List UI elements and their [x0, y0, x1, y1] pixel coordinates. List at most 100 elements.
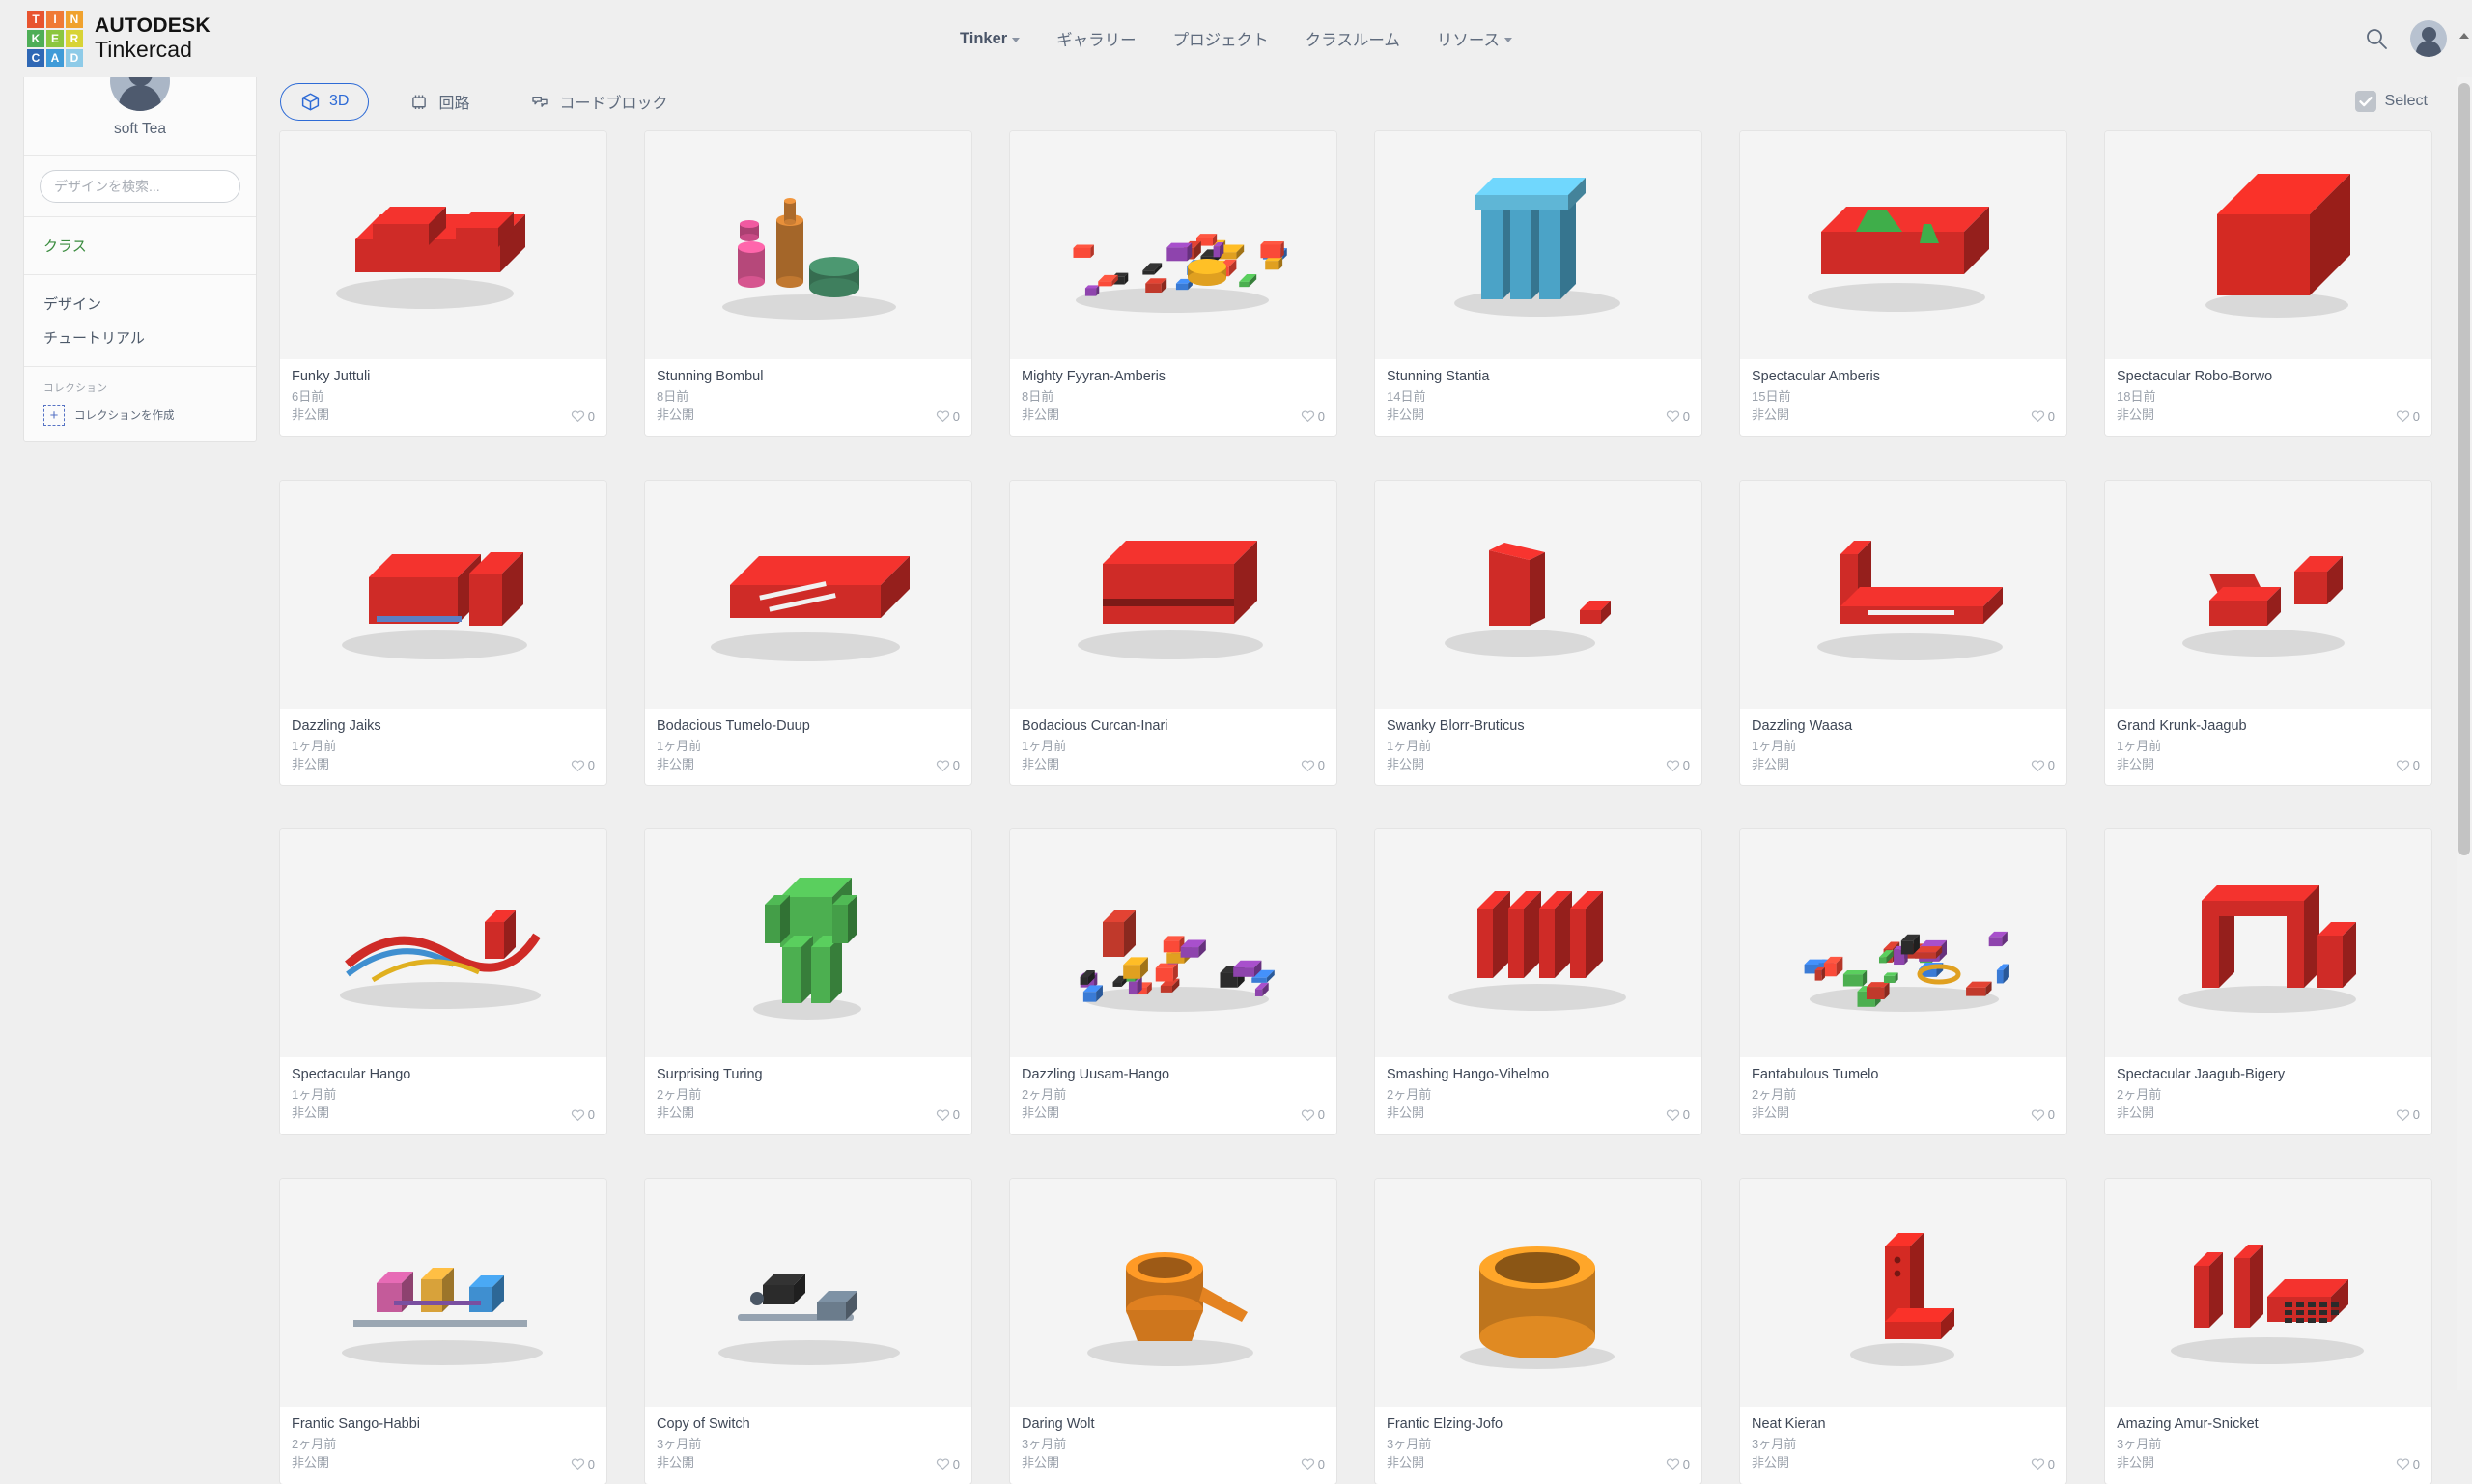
design-thumbnail[interactable]	[645, 131, 971, 359]
design-card[interactable]: Dazzling Waasa1ヶ月前非公開0	[1740, 481, 2066, 786]
design-card-meta: Spectacular Jaagub-Bigery2ヶ月前非公開0	[2105, 1057, 2431, 1134]
design-thumbnail[interactable]	[1740, 481, 2066, 709]
design-thumbnail[interactable]	[1010, 829, 1336, 1057]
design-thumbnail[interactable]	[1010, 131, 1336, 359]
design-card[interactable]: Copy of Switch3ヶ月前非公開0	[645, 1179, 971, 1484]
design-likes[interactable]: 0	[571, 1457, 595, 1471]
design-likes[interactable]: 0	[2031, 758, 2055, 772]
design-card[interactable]: Stunning Stantia14日前非公開0	[1375, 131, 1701, 436]
design-card[interactable]: Dazzling Jaiks1ヶ月前非公開0	[280, 481, 606, 786]
design-thumbnail[interactable]	[280, 481, 606, 709]
design-likes[interactable]: 0	[1301, 1457, 1325, 1471]
design-likes[interactable]: 0	[2396, 1107, 2420, 1122]
design-thumbnail[interactable]	[1740, 1179, 2066, 1407]
design-card[interactable]: Bodacious Curcan-Inari1ヶ月前非公開0	[1010, 481, 1336, 786]
design-card[interactable]: Spectacular Amberis15日前非公開0	[1740, 131, 2066, 436]
sidebar-links-section: デザインチュートリアル	[24, 275, 256, 367]
design-thumbnail[interactable]	[1375, 481, 1701, 709]
design-card[interactable]: Mighty Fyyran-Amberis8日前非公開0	[1010, 131, 1336, 436]
design-thumbnail[interactable]	[280, 829, 606, 1057]
design-thumbnail[interactable]	[1740, 131, 2066, 359]
design-likes[interactable]: 0	[1301, 409, 1325, 424]
design-card[interactable]: Daring Wolt3ヶ月前非公開0	[1010, 1179, 1336, 1484]
design-card[interactable]: Stunning Bombul8日前非公開0	[645, 131, 971, 436]
select-mode-toggle[interactable]: Select	[2355, 91, 2428, 112]
design-thumbnail[interactable]	[1375, 829, 1701, 1057]
design-thumbnail[interactable]	[1740, 829, 2066, 1057]
design-card[interactable]: Fantabulous Tumelo2ヶ月前非公開0	[1740, 829, 2066, 1134]
brand-logo[interactable]: TINKERCAD AUTODESK Tinkercad	[27, 11, 211, 67]
design-card[interactable]: Spectacular Jaagub-Bigery2ヶ月前非公開0	[2105, 829, 2431, 1134]
design-card[interactable]: Swanky Blorr-Bruticus1ヶ月前非公開0	[1375, 481, 1701, 786]
nav-item-1[interactable]: ギャラリー	[1056, 27, 1137, 50]
design-likes[interactable]: 0	[2031, 1107, 2055, 1122]
design-thumbnail-svg	[2105, 481, 2431, 709]
nav-item-0[interactable]: Tinker	[960, 30, 1020, 48]
design-card[interactable]: Amazing Amur-Snicket3ヶ月前非公開0	[2105, 1179, 2431, 1484]
scroll-up-arrow[interactable]	[2459, 33, 2469, 39]
design-card[interactable]: Neat Kieran3ヶ月前非公開0	[1740, 1179, 2066, 1484]
page-scrollbar-thumb[interactable]	[2458, 83, 2470, 855]
design-card[interactable]: Spectacular Robo-Borwo18日前非公開0	[2105, 131, 2431, 436]
design-thumbnail[interactable]	[645, 481, 971, 709]
search-designs-input[interactable]	[40, 170, 240, 203]
search-icon[interactable]	[2364, 26, 2389, 51]
sidebar-item-0[interactable]: デザイン	[24, 287, 256, 321]
sidebar-item-1[interactable]: チュートリアル	[24, 321, 256, 354]
tab-コードブロック[interactable]: コードブロック	[509, 81, 688, 122]
design-thumbnail[interactable]	[1375, 1179, 1701, 1407]
tab-3D[interactable]: 3D	[280, 83, 369, 121]
design-thumbnail[interactable]	[1375, 131, 1701, 359]
design-likes[interactable]: 0	[571, 409, 595, 424]
design-thumbnail[interactable]	[280, 131, 606, 359]
design-likes[interactable]: 0	[1301, 758, 1325, 772]
design-likes[interactable]: 0	[1666, 1457, 1690, 1471]
design-card[interactable]: Funky Juttuli6日前非公開0	[280, 131, 606, 436]
design-likes[interactable]: 0	[936, 1107, 960, 1122]
design-card[interactable]: Grand Krunk-Jaagub1ヶ月前非公開0	[2105, 481, 2431, 786]
design-likes[interactable]: 0	[1666, 758, 1690, 772]
design-likes[interactable]: 0	[571, 758, 595, 772]
nav-item-4[interactable]: リソース	[1437, 27, 1512, 50]
design-likes[interactable]: 0	[2396, 409, 2420, 424]
design-thumbnail[interactable]	[280, 1179, 606, 1407]
design-likes[interactable]: 0	[936, 1457, 960, 1471]
sidebar-class-section: クラス	[24, 217, 256, 275]
design-visibility: 非公開	[657, 1105, 960, 1123]
design-likes[interactable]: 0	[2396, 758, 2420, 772]
design-likes[interactable]: 0	[571, 1107, 595, 1122]
design-card[interactable]: Bodacious Tumelo-Duup1ヶ月前非公開0	[645, 481, 971, 786]
select-checkbox[interactable]	[2355, 91, 2376, 112]
tab-回路[interactable]: 回路	[388, 81, 490, 122]
design-likes[interactable]: 0	[2396, 1457, 2420, 1471]
design-likes[interactable]: 0	[1666, 409, 1690, 424]
design-card[interactable]: Dazzling Uusam-Hango2ヶ月前非公開0	[1010, 829, 1336, 1134]
design-date: 2ヶ月前	[292, 1436, 595, 1454]
design-likes[interactable]: 0	[2031, 1457, 2055, 1471]
user-avatar-icon[interactable]	[2410, 20, 2447, 57]
nav-item-2[interactable]: プロジェクト	[1173, 27, 1269, 50]
design-likes[interactable]: 0	[2031, 409, 2055, 424]
design-likes[interactable]: 0	[1301, 1107, 1325, 1122]
sidebar-item-class[interactable]: クラス	[24, 229, 256, 263]
design-thumbnail[interactable]	[2105, 131, 2431, 359]
design-likes-count: 0	[2413, 1107, 2420, 1122]
design-likes[interactable]: 0	[936, 409, 960, 424]
design-card[interactable]: Surprising Turing2ヶ月前非公開0	[645, 829, 971, 1134]
design-likes[interactable]: 0	[936, 758, 960, 772]
design-card[interactable]: Frantic Sango-Habbi2ヶ月前非公開0	[280, 1179, 606, 1484]
design-thumbnail[interactable]	[2105, 481, 2431, 709]
design-card[interactable]: Frantic Elzing-Jofo3ヶ月前非公開0	[1375, 1179, 1701, 1484]
design-thumbnail[interactable]	[645, 829, 971, 1057]
create-collection-button[interactable]: + コレクションを作成	[24, 403, 256, 428]
design-thumbnail[interactable]	[2105, 1179, 2431, 1407]
design-thumbnail[interactable]	[2105, 829, 2431, 1057]
design-visibility: 非公開	[2117, 1105, 2420, 1123]
design-thumbnail[interactable]	[1010, 481, 1336, 709]
design-card[interactable]: Spectacular Hango1ヶ月前非公開0	[280, 829, 606, 1134]
design-thumbnail[interactable]	[1010, 1179, 1336, 1407]
design-likes[interactable]: 0	[1666, 1107, 1690, 1122]
design-thumbnail[interactable]	[645, 1179, 971, 1407]
design-card[interactable]: Smashing Hango-Vihelmo2ヶ月前非公開0	[1375, 829, 1701, 1134]
nav-item-3[interactable]: クラスルーム	[1306, 27, 1400, 50]
